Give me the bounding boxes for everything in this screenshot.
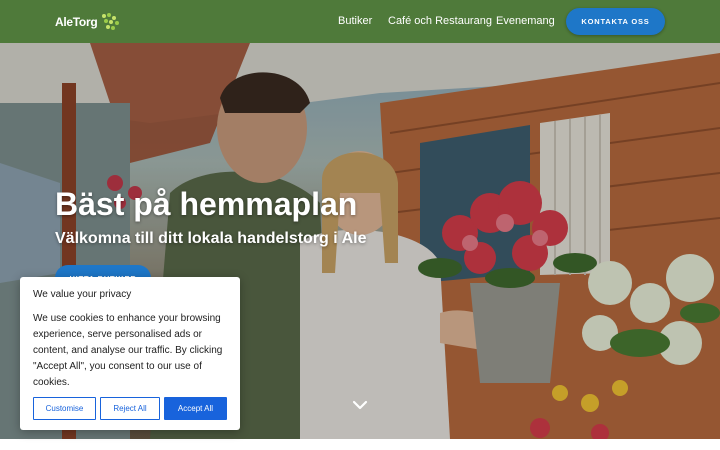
nav-evenemang[interactable]: Evenemang bbox=[496, 15, 555, 27]
nav-butiker[interactable]: Butiker bbox=[338, 15, 372, 27]
hero-subtitle: Välkomna till ditt lokala handelstorg i … bbox=[55, 230, 367, 247]
logo-text: AleTorg bbox=[55, 15, 98, 29]
cookie-title: We value your privacy bbox=[33, 289, 132, 300]
contact-button[interactable]: KONTAKTA OSS bbox=[566, 8, 665, 35]
page-strip bbox=[0, 439, 720, 450]
site-header: AleTorg Butiker Café och Restaurang Even… bbox=[0, 0, 720, 43]
logo[interactable]: AleTorg bbox=[55, 12, 122, 32]
cookie-buttons: Customise Reject All Accept All bbox=[33, 397, 227, 420]
chevron-down-icon[interactable] bbox=[352, 399, 368, 411]
accept-all-button[interactable]: Accept All bbox=[164, 397, 227, 420]
nav-cafe-restaurang[interactable]: Café och Restaurang bbox=[388, 15, 492, 27]
customise-button[interactable]: Customise bbox=[33, 397, 96, 420]
cookie-consent-banner: We value your privacy We use cookies to … bbox=[20, 277, 240, 430]
dots-icon bbox=[102, 13, 120, 30]
hero-title: Bäst på hemmaplan bbox=[55, 186, 358, 222]
cookie-text: We use cookies to enhance your browsing … bbox=[33, 313, 223, 388]
reject-all-button[interactable]: Reject All bbox=[100, 397, 160, 420]
